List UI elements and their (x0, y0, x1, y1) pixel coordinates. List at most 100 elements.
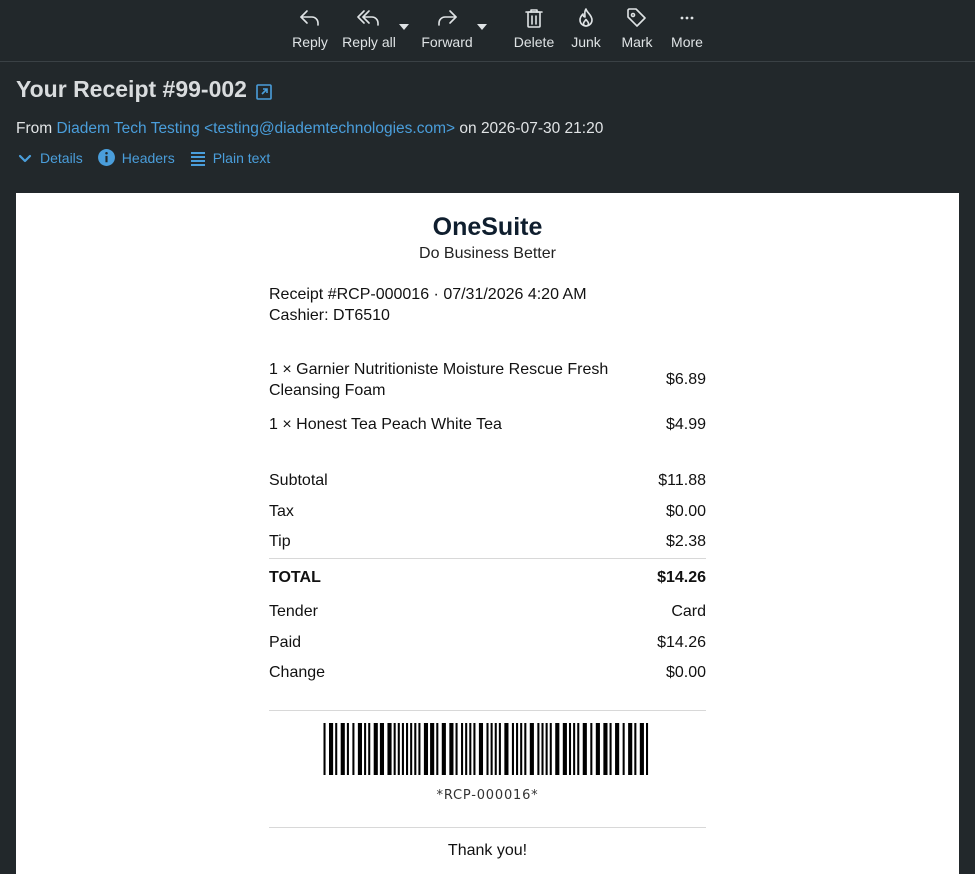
barcode-bar (323, 723, 326, 775)
details-toggle[interactable]: Details (16, 148, 83, 167)
delete-button[interactable]: Delete (512, 6, 556, 56)
chevron-down-icon (18, 154, 32, 162)
barcode-bar (498, 723, 501, 775)
mark-label: Mark (621, 34, 653, 50)
tender-row: Tender Card (269, 603, 706, 621)
barcode-bar (430, 723, 435, 775)
barcode-bar (622, 723, 625, 775)
barcode-bar (494, 723, 497, 775)
barcode-bar (368, 723, 371, 775)
sender-link[interactable]: Diadem Tech Testing <testing@diademtechn… (56, 120, 455, 137)
barcode-bar (520, 723, 523, 775)
barcode-bar (486, 723, 489, 775)
forward-dropdown-icon[interactable] (477, 24, 487, 30)
receipt-number-line: Receipt #RCP-000016 · 07/31/2026 4:20 AM (269, 286, 587, 303)
barcode-bar (545, 723, 548, 775)
store-name: OneSuite (432, 213, 543, 241)
line-item-price: $4.99 (665, 415, 706, 433)
headers-toggle[interactable]: Headers (97, 148, 175, 167)
reply-all-button[interactable]: Reply all (340, 6, 398, 56)
barcode-bar (357, 723, 363, 775)
barcode-bar (379, 723, 385, 775)
message-meta-links: Details Headers Plain text (16, 148, 284, 167)
store-tagline: Do Business Better (419, 245, 556, 262)
barcode-bar (418, 723, 421, 775)
barcode-bar (335, 723, 338, 775)
change-label: Change (269, 664, 326, 681)
barcode-bar (441, 723, 446, 775)
barcode-bar (590, 723, 593, 775)
barcode-bar (573, 723, 576, 775)
barcode-bar (537, 723, 540, 775)
flame-icon (579, 8, 593, 27)
receipt-barcode (323, 723, 649, 775)
delete-label: Delete (513, 34, 555, 50)
barcode-bar (406, 723, 409, 775)
mark-button[interactable]: Mark (617, 6, 657, 56)
change-row: Change $0.00 (269, 664, 706, 682)
barcode-bar (449, 723, 454, 775)
barcode-bar (524, 723, 527, 775)
barcode-bar (549, 723, 552, 775)
barcode-bar (329, 723, 334, 775)
tender-value: Card (671, 603, 706, 620)
tender-label: Tender (269, 603, 318, 620)
barcode-caption: *RCP-000016* (436, 788, 539, 803)
paid-label: Paid (269, 634, 302, 651)
junk-button[interactable]: Junk (566, 6, 606, 56)
barcode-top-divider (269, 710, 706, 711)
reply-label: Reply (292, 34, 328, 50)
thank-you-message: Thank you! (447, 842, 528, 859)
more-dots-icon (680, 16, 694, 20)
tag-icon (627, 8, 646, 27)
tax-value: $0.00 (665, 503, 706, 520)
subtotal-label: Subtotal (269, 472, 328, 489)
barcode-bar (478, 723, 484, 775)
tip-value: $2.38 (665, 533, 706, 550)
message-subject: Your Receipt #99-002 (16, 76, 247, 102)
trash-icon (525, 9, 543, 28)
tip-label: Tip (269, 533, 291, 550)
line-item: 1 × Honest Tea Peach White Tea $4.99 (269, 414, 706, 435)
barcode-bar (609, 723, 612, 775)
more-button[interactable]: More (667, 6, 707, 56)
forward-button[interactable]: Forward (418, 6, 476, 56)
reply-all-dropdown-icon[interactable] (399, 24, 409, 30)
message-toolbar: Reply Reply all Forward Delete Junk Mark… (0, 0, 975, 62)
line-item-price: $6.89 (665, 371, 706, 388)
barcode-bar (423, 723, 429, 775)
message-body: OneSuite Do Business Better Receipt #RCP… (16, 193, 959, 874)
barcode-bar (401, 723, 404, 775)
paid-row: Paid $14.26 (269, 634, 706, 652)
barcode-bar (490, 723, 493, 775)
barcode-bar (410, 723, 413, 775)
subtotal-value: $11.88 (658, 472, 706, 489)
barcode-bar (473, 723, 476, 775)
barcode-bar (397, 723, 400, 775)
barcode-bar (634, 723, 637, 775)
barcode-bar (364, 723, 367, 775)
barcode-bottom-divider (269, 827, 706, 828)
total-row: TOTAL $14.26 (269, 569, 706, 587)
tip-row: Tip $2.38 (269, 533, 706, 551)
open-external-icon[interactable] (255, 83, 273, 101)
total-value: $14.26 (657, 569, 706, 586)
total-divider (269, 558, 706, 559)
barcode-bar (393, 723, 396, 775)
line-item-description: 1 × Garnier Nutritioniste Moisture Rescu… (269, 361, 609, 399)
barcode-bar (461, 723, 464, 775)
more-label: More (671, 34, 703, 50)
forward-label: Forward (421, 34, 473, 50)
barcode-bar (582, 723, 587, 775)
plain-text-toggle[interactable]: Plain text (189, 148, 270, 167)
junk-label: Junk (571, 34, 601, 50)
details-label: Details (40, 149, 83, 166)
barcode-bar (373, 723, 378, 775)
barcode-bar (387, 723, 392, 775)
tax-row: Tax $0.00 (269, 503, 706, 521)
cashier-line: Cashier: DT6510 (269, 307, 390, 324)
reply-button[interactable]: Reply (290, 6, 330, 56)
subject-row: Your Receipt #99-002 (16, 76, 273, 103)
barcode-bar (465, 723, 468, 775)
barcode-bar (568, 723, 572, 775)
